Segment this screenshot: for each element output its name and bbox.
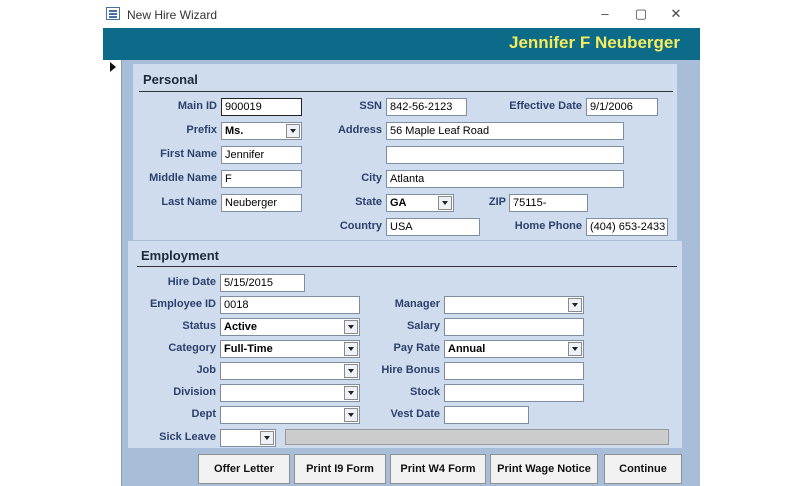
form-icon <box>106 7 120 20</box>
job-select[interactable] <box>220 362 360 380</box>
form-header: Jennifer F Neuberger <box>103 28 700 60</box>
state-value: GA <box>390 197 407 209</box>
sick-leave-dropdown-icon[interactable] <box>260 431 274 445</box>
last-name-input[interactable]: Neuberger <box>221 194 302 212</box>
job-dropdown-icon[interactable] <box>344 364 358 378</box>
minimize-icon[interactable]: – <box>595 5 615 23</box>
status-value: Active <box>224 321 258 333</box>
hire-date-label: Hire Date <box>167 276 216 288</box>
sick-leave-label: Sick Leave <box>159 431 216 443</box>
state-label: State <box>355 196 382 208</box>
main-id-label: Main ID <box>177 100 217 112</box>
status-select[interactable]: Active <box>220 318 360 336</box>
division-select[interactable] <box>220 384 360 402</box>
home-phone-label: Home Phone <box>514 220 582 232</box>
salary-label: Salary <box>406 320 440 332</box>
print-w4-form-button[interactable]: Print W4 Form <box>390 454 486 484</box>
category-dropdown-icon[interactable] <box>344 342 358 356</box>
pay-rate-dropdown-icon[interactable] <box>568 342 582 356</box>
print-wage-notice-button[interactable]: Print Wage Notice <box>490 454 598 484</box>
division-label: Division <box>173 386 216 398</box>
main-id-input[interactable]: 900019 <box>221 98 302 116</box>
dept-label: Dept <box>191 408 216 420</box>
hire-date-input[interactable]: 5/15/2015 <box>220 274 305 292</box>
first-name-label: First Name <box>160 148 217 160</box>
country-input[interactable]: USA <box>386 218 480 236</box>
zip-label: ZIP <box>488 196 506 208</box>
pay-rate-value: Annual <box>448 343 486 355</box>
pay-rate-label: Pay Rate <box>393 342 440 354</box>
window-title: New Hire Wizard <box>127 8 218 22</box>
job-label: Job <box>196 364 216 376</box>
address-label: Address <box>337 124 382 136</box>
vest-date-label: Vest Date <box>390 408 440 420</box>
dept-select[interactable] <box>220 406 360 424</box>
employee-name-heading: Jennifer F Neuberger <box>509 33 680 52</box>
prefix-value: Ms. <box>225 125 244 137</box>
state-dropdown-icon[interactable] <box>438 196 452 210</box>
category-value: Full-Time <box>224 343 273 355</box>
prefix-dropdown-icon[interactable] <box>286 124 300 138</box>
pay-rate-select[interactable]: Annual <box>444 340 584 358</box>
category-select[interactable]: Full-Time <box>220 340 360 358</box>
current-record-arrow-icon <box>110 62 116 72</box>
vest-date-input[interactable] <box>444 406 529 424</box>
manager-dropdown-icon[interactable] <box>568 298 582 312</box>
home-phone-input[interactable]: (404) 653-2433 <box>586 218 668 236</box>
hire-bonus-label: Hire Bonus <box>381 364 440 376</box>
effective-date-label: Effective Date <box>509 100 582 112</box>
employee-id-label: Employee ID <box>149 298 216 310</box>
zip-input[interactable]: 75115- <box>509 194 588 212</box>
manager-label: Manager <box>394 298 440 310</box>
city-label: City <box>361 172 382 184</box>
address-line1-input[interactable]: 56 Maple Leaf Road <box>386 122 624 140</box>
status-label: Status <box>182 320 216 332</box>
dept-dropdown-icon[interactable] <box>344 408 358 422</box>
middle-name-input[interactable]: F <box>221 170 302 188</box>
prefix-label: Prefix <box>186 124 217 136</box>
continue-button[interactable]: Continue <box>604 454 682 484</box>
record-selector[interactable] <box>103 60 122 486</box>
ssn-label: SSN <box>359 100 382 112</box>
effective-date-input[interactable]: 9/1/2006 <box>586 98 658 116</box>
last-name-label: Last Name <box>161 196 217 208</box>
employment-divider <box>137 266 677 267</box>
prefix-select[interactable]: Ms. <box>221 122 302 140</box>
manager-select[interactable] <box>444 296 584 314</box>
salary-input[interactable] <box>444 318 584 336</box>
first-name-input[interactable]: Jennifer <box>221 146 302 164</box>
offer-letter-button[interactable]: Offer Letter <box>198 454 290 484</box>
sick-leave-select[interactable] <box>220 429 276 447</box>
ssn-input[interactable]: 842-56-2123 <box>386 98 467 116</box>
employee-id-input[interactable]: 0018 <box>220 296 360 314</box>
address-line2-input[interactable] <box>386 146 624 164</box>
personal-divider <box>139 91 673 92</box>
state-select[interactable]: GA <box>386 194 454 212</box>
category-label: Category <box>168 342 216 354</box>
disabled-field-bar <box>285 429 669 445</box>
close-icon[interactable]: ✕ <box>666 5 686 23</box>
stock-label: Stock <box>410 386 440 398</box>
city-input[interactable]: Atlanta <box>386 170 624 188</box>
personal-section-title: Personal <box>143 72 198 87</box>
status-dropdown-icon[interactable] <box>344 320 358 334</box>
division-dropdown-icon[interactable] <box>344 386 358 400</box>
country-label: Country <box>339 220 382 232</box>
middle-name-label: Middle Name <box>149 172 217 184</box>
print-i9-form-button[interactable]: Print I9 Form <box>294 454 386 484</box>
hire-bonus-input[interactable] <box>444 362 584 380</box>
restore-icon[interactable]: ▢ <box>631 5 651 23</box>
employment-section-title: Employment <box>141 248 220 263</box>
stock-input[interactable] <box>444 384 584 402</box>
